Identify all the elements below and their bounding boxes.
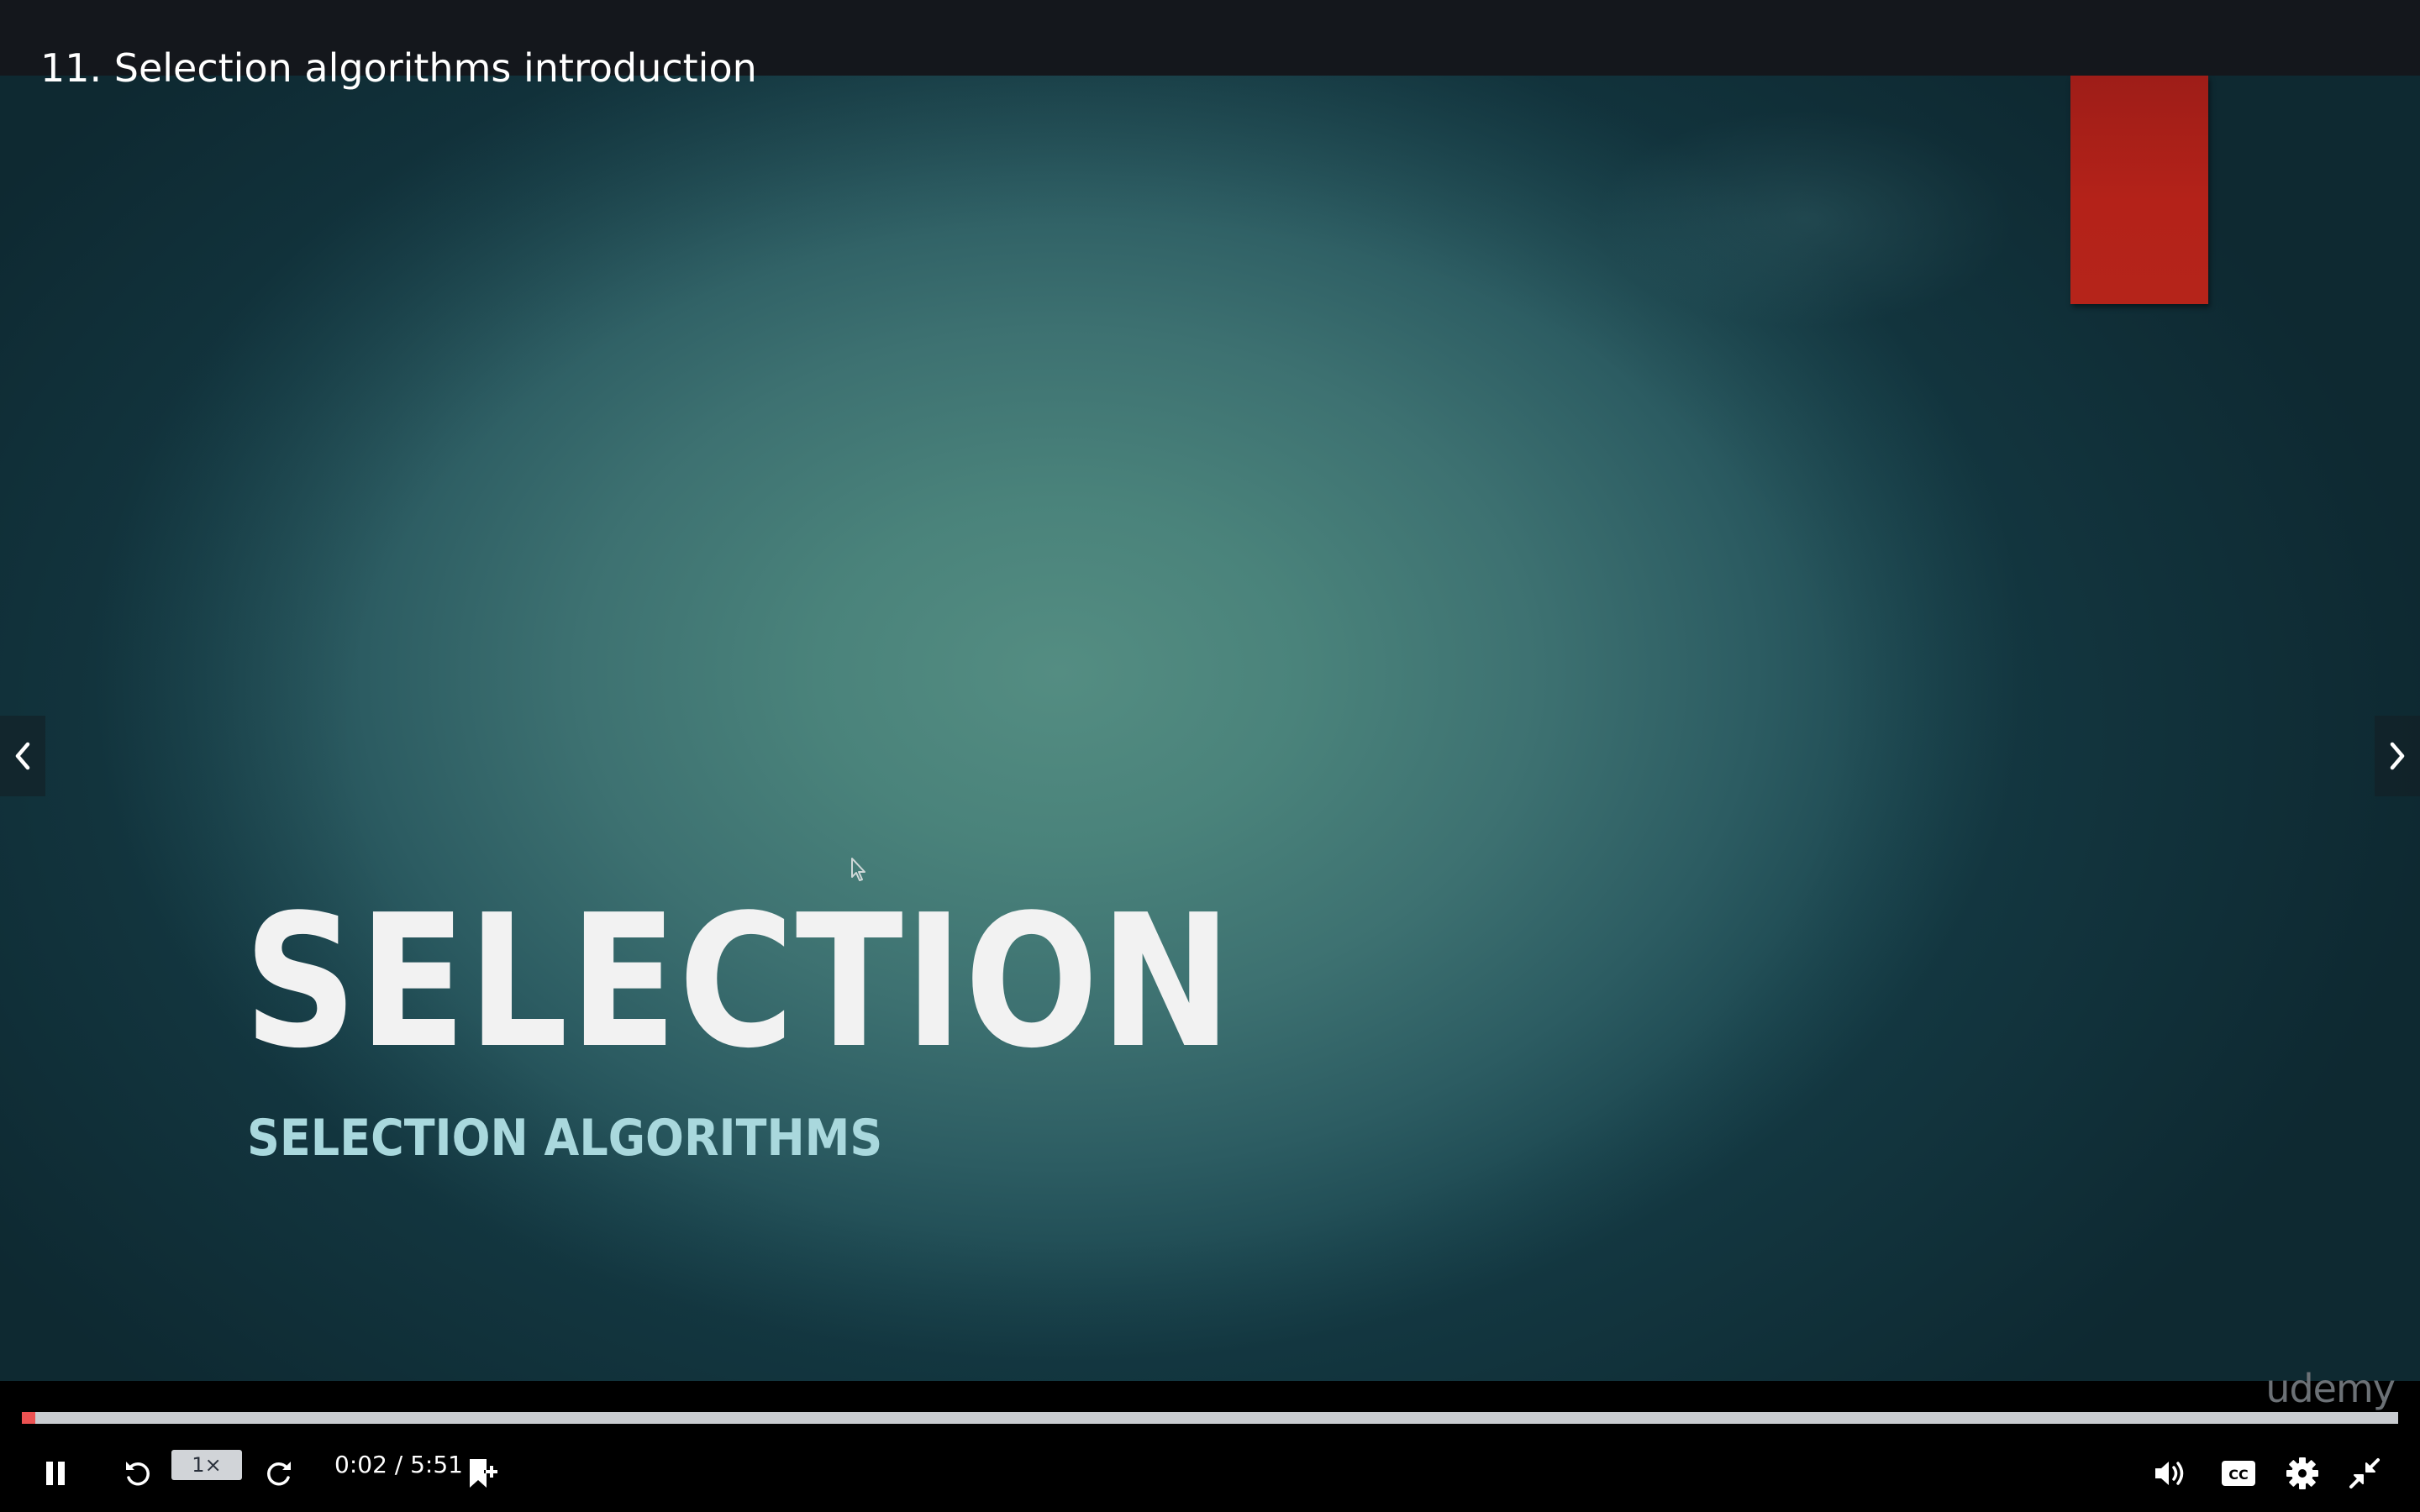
video-frame[interactable]: SELECTION SELECTION ALGORITHMS — [0, 76, 2420, 1381]
lecture-title: 11. Selection algorithms introduction — [40, 45, 757, 91]
captions-label: CC — [2228, 1467, 2248, 1483]
mouse-cursor-icon — [851, 858, 865, 881]
pause-button[interactable] — [34, 1448, 77, 1499]
add-bookmark-button[interactable] — [460, 1448, 504, 1499]
slide-title: SELECTION — [244, 876, 1234, 1089]
video-player[interactable]: 11. Selection algorithms introduction SE… — [0, 0, 2420, 1512]
rewind-button[interactable] — [116, 1448, 160, 1499]
exit-fullscreen-button[interactable] — [2341, 1448, 2388, 1499]
exit-fullscreen-icon — [2349, 1458, 2380, 1488]
add-bookmark-icon — [470, 1459, 497, 1488]
forward-icon — [267, 1462, 291, 1486]
playback-rate-button[interactable]: 1× — [171, 1450, 242, 1480]
progress-bar-fill — [22, 1412, 36, 1424]
volume-icon — [2155, 1462, 2184, 1485]
captions-button[interactable]: CC — [2215, 1448, 2262, 1499]
captions-icon: CC — [2222, 1461, 2255, 1486]
settings-icon — [2286, 1457, 2318, 1489]
chevron-left-icon — [15, 742, 30, 770]
pause-icon — [46, 1462, 65, 1485]
settings-button[interactable] — [2279, 1448, 2326, 1499]
udemy-watermark: udemy — [2265, 1366, 2396, 1411]
slide-accent-tab — [2070, 76, 2208, 304]
next-lecture-button[interactable] — [2375, 716, 2420, 796]
forward-button[interactable] — [257, 1448, 301, 1499]
previous-lecture-button[interactable] — [0, 716, 45, 796]
volume-button[interactable] — [2148, 1448, 2191, 1499]
time-display: 0:02 / 5:51 — [334, 1451, 463, 1478]
slide-subtitle: SELECTION ALGORITHMS — [247, 1109, 883, 1168]
progress-bar[interactable] — [22, 1412, 2398, 1424]
chevron-right-icon — [2390, 742, 2405, 770]
rewind-icon — [126, 1462, 150, 1486]
